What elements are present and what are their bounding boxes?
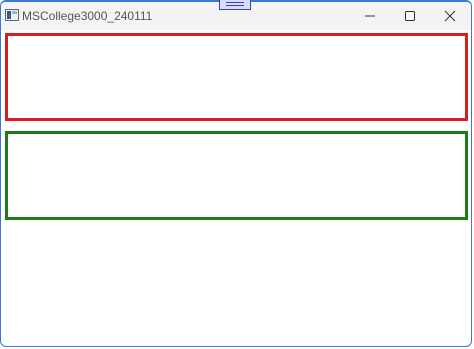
app-icon	[5, 9, 19, 21]
window-title: MSCollege3000_240111	[22, 9, 153, 23]
green-outlined-region	[5, 131, 468, 220]
app-window: MSCollege3000_240111	[0, 0, 472, 347]
maximize-button[interactable]	[390, 2, 430, 30]
close-icon	[444, 10, 456, 22]
window-drag-handle[interactable]	[219, 0, 251, 10]
drag-handle-line	[226, 2, 244, 3]
minimize-button[interactable]	[350, 2, 390, 30]
red-outlined-region	[5, 33, 468, 121]
close-button[interactable]	[430, 2, 470, 30]
maximize-icon	[405, 11, 415, 21]
minimize-icon	[365, 15, 375, 17]
drag-handle-line	[226, 5, 244, 6]
